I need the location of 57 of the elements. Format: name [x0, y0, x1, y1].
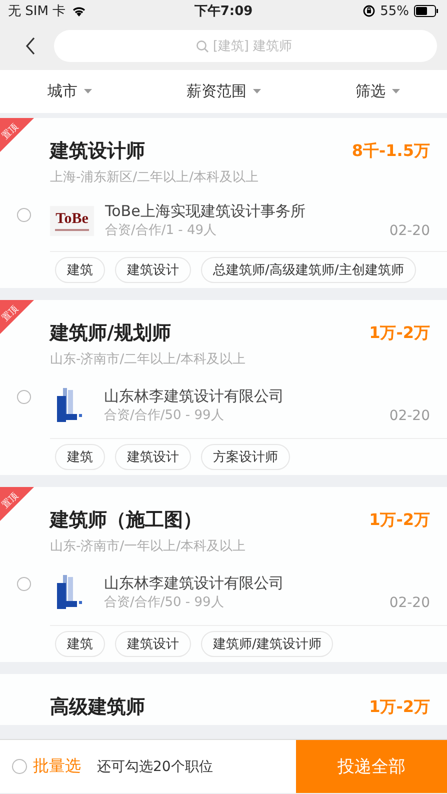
job-card[interactable]: 置顶 建筑师（施工图） 1万-2万 山东-济南市/一年以上/本科及以上 山东林李建筑设计有限公司 合资/合作/50 - 99人 02-20 建筑 建筑设计 建筑师/建筑设计师 — [0, 487, 447, 662]
select-radio[interactable] — [17, 390, 31, 404]
company-name: ToBe上海实现建筑设计事务所 — [105, 202, 306, 221]
company-logo: ToBe — [50, 206, 94, 236]
job-tag: 建筑 — [55, 257, 105, 283]
job-details: 山东-济南市/一年以上/本科及以上 — [50, 538, 246, 555]
pinned-badge: 置顶 — [0, 118, 34, 152]
select-radio[interactable] — [17, 208, 31, 222]
post-date: 02-20 — [389, 594, 430, 610]
job-card[interactable]: 置顶 建筑师/规划师 1万-2万 山东-济南市/二年以上/本科及以上 山东林李建筑设计有限公司 合资/合作/50 - 99人 02-20 建筑 建筑设计 方案设计师 — [0, 300, 447, 475]
job-tag: 建筑 — [55, 631, 105, 657]
job-details: 上海-浦东新区/二年以上/本科及以上 — [50, 169, 260, 186]
job-title: 建筑师（施工图） — [50, 508, 202, 533]
filter-dropdown[interactable]: 薪资范围 — [186, 82, 260, 101]
filter-dropdown[interactable]: 城市 — [48, 82, 92, 101]
job-tag: 建筑设计 — [115, 444, 191, 470]
job-tag: 建筑师/建筑设计师 — [201, 631, 334, 657]
caret-icon — [392, 89, 400, 94]
carrier-text: 无 SIM 卡 — [8, 3, 66, 20]
job-tag: 建筑 — [55, 444, 105, 470]
battery-icon — [414, 5, 439, 17]
job-card[interactable]: 置顶 建筑设计师 8千-1.5万 上海-浦东新区/二年以上/本科及以上 ToBe ToBe上海实现建筑设计事务所 合资/合作/1 - 49人 02-20 建筑 建筑设计 总建筑师/高级建筑师/主创建筑师 — [0, 118, 447, 288]
job-tag: 建筑设计 — [115, 631, 191, 657]
post-date: 02-20 — [389, 223, 430, 239]
caret-icon — [252, 89, 260, 94]
search-icon — [196, 40, 208, 53]
batch-select-radio[interactable] — [12, 759, 27, 774]
clock-time: 下午7:09 — [194, 3, 253, 20]
salary-text: 1万-2万 — [369, 696, 430, 718]
caret-icon — [84, 89, 92, 94]
company-name: 山东林李建筑设计有限公司 — [104, 574, 285, 592]
select-radio[interactable] — [17, 577, 31, 591]
rotation-lock-icon — [363, 5, 376, 17]
wifi-icon — [70, 5, 87, 17]
back-icon[interactable] — [25, 37, 36, 55]
job-tag: 总建筑师/高级建筑师/主创建筑师 — [201, 257, 416, 283]
company-info: 合资/合作/50 - 99人 — [104, 406, 224, 424]
filter-dropdown[interactable]: 筛选 — [356, 82, 400, 101]
pinned-badge: 置顶 — [0, 300, 34, 334]
battery-percent: 55% — [380, 4, 409, 18]
job-card[interactable]: 高级建筑师 1万-2万 — [0, 674, 447, 725]
company-info: 合资/合作/50 - 99人 — [104, 594, 224, 610]
selection-hint: 还可勾选20个职位 — [97, 758, 213, 776]
job-tag: 建筑设计 — [115, 257, 191, 283]
job-title: 高级建筑师 — [50, 695, 145, 720]
job-details: 山东-济南市/二年以上/本科及以上 — [50, 351, 246, 368]
post-date: 02-20 — [389, 408, 430, 424]
search-field[interactable]: [建筑] 建筑师 — [54, 30, 437, 62]
job-tag: 方案设计师 — [201, 444, 290, 470]
salary-text: 1万-2万 — [369, 510, 430, 530]
job-title: 建筑设计师 — [50, 139, 145, 164]
job-title: 建筑师/规划师 — [50, 321, 171, 346]
salary-text: 1万-2万 — [369, 322, 430, 344]
salary-text: 8千-1.5万 — [352, 140, 430, 162]
company-info: 合资/合作/1 - 49人 — [105, 222, 217, 239]
pinned-badge: 置顶 — [0, 487, 34, 521]
company-name: 山东林李建筑设计有限公司 — [104, 386, 285, 406]
